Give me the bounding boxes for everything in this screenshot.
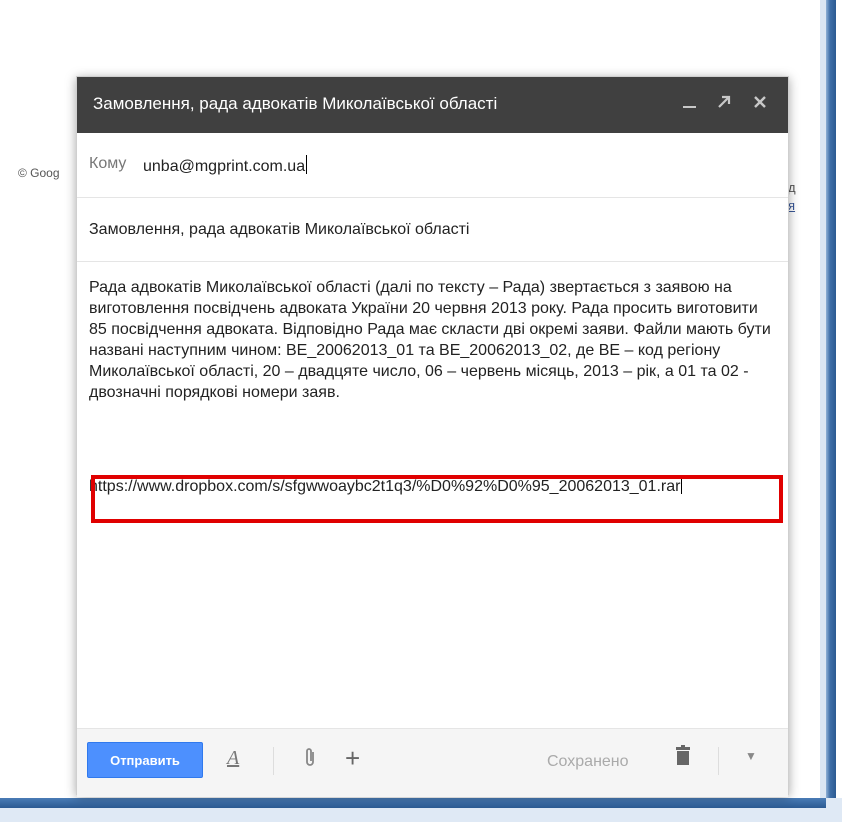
window-frame-corner (826, 798, 842, 822)
window-frame-right (826, 0, 836, 806)
minimize-icon[interactable] (679, 91, 701, 113)
trash-icon[interactable] (675, 745, 691, 771)
more-options-icon[interactable]: ▼ (745, 749, 757, 763)
window-frame-bottom (0, 798, 836, 808)
to-field[interactable]: unba@mgprint.com.ua (143, 155, 308, 176)
background-edge-text: д (788, 180, 796, 195)
recipient-row[interactable]: Кому unba@mgprint.com.ua (77, 133, 788, 198)
format-text-icon[interactable]: A (227, 747, 239, 770)
close-icon[interactable] (749, 91, 771, 113)
compose-header[interactable]: Замовлення, рада адвокатів Миколаївської… (77, 77, 788, 133)
send-button[interactable]: Отправить (87, 742, 203, 778)
toolbar-divider (273, 747, 274, 775)
to-field-value: unba@mgprint.com.ua (143, 158, 306, 175)
compose-toolbar: Отправить A + Сохранено ▼ (77, 728, 788, 797)
subject-row[interactable]: Замовлення, рада адвокатів Миколаївської… (77, 197, 788, 262)
attach-icon[interactable] (303, 746, 317, 774)
message-body[interactable]: Рада адвокатів Миколаївської області (да… (89, 277, 779, 403)
toolbar-divider (718, 747, 719, 775)
highlight-annotation (91, 475, 783, 523)
text-cursor (306, 155, 308, 174)
compose-dialog: Замовлення, рада адвокатів Миколаївської… (76, 76, 789, 797)
compose-title: Замовлення, рада адвокатів Миколаївської… (93, 94, 498, 113)
subject-field[interactable]: Замовлення, рада адвокатів Миколаївської… (89, 221, 469, 239)
popout-icon[interactable] (713, 91, 735, 113)
plus-icon[interactable]: + (345, 743, 360, 774)
body-paragraph: Рада адвокатів Миколаївської області (да… (89, 279, 771, 401)
save-status: Сохранено (547, 753, 629, 770)
background-edge-link[interactable]: я (788, 198, 795, 213)
to-label: Кому (89, 155, 127, 172)
background-copyright: © Goog (18, 166, 60, 180)
window-frame-bottom-edge (0, 808, 842, 822)
